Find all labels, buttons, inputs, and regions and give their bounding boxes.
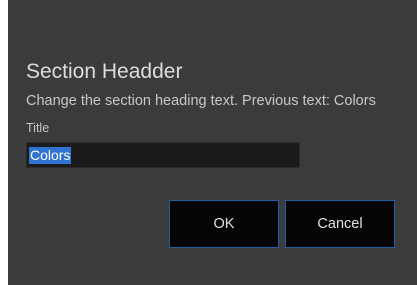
title-field-label: Title [26,121,50,135]
title-input-value[interactable]: Colors [29,147,72,164]
dialog-title: Section Headder [26,60,183,83]
title-input[interactable]: Colors [26,142,300,168]
cancel-button[interactable]: Cancel [285,200,395,248]
ok-button[interactable]: OK [169,200,279,248]
dialog-description: Change the section heading text. Previou… [26,93,376,109]
section-header-dialog: Section Headder Change the section headi… [8,0,417,285]
